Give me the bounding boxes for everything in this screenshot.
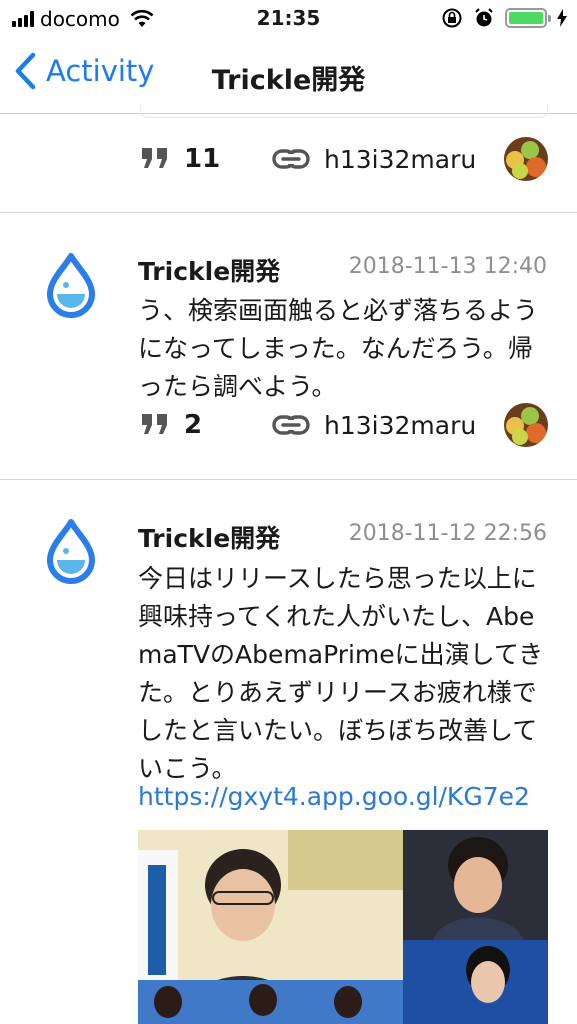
alarm-icon (475, 8, 493, 27)
reply-count[interactable]: 2 (184, 410, 254, 440)
link-icon[interactable] (272, 414, 310, 436)
username[interactable]: h13i32maru (324, 411, 504, 440)
post-author[interactable]: Trickle開発 (138, 519, 280, 555)
top-post-card-edge (140, 106, 548, 118)
charging-icon (557, 9, 567, 27)
post-date: 2018-11-13 12:40 (348, 254, 547, 279)
user-avatar[interactable] (504, 137, 548, 181)
divider (0, 212, 577, 213)
post-meta-row: 2 h13i32maru (140, 400, 548, 450)
post-author[interactable]: Trickle開発 (138, 252, 280, 288)
status-bar: docomo 21:35 (0, 0, 577, 38)
page-title: Trickle開発 (211, 65, 366, 96)
user-avatar[interactable] (504, 403, 548, 447)
reply-count[interactable]: 11 (184, 144, 254, 174)
navigation-bar: Activity Trickle開発 (0, 38, 577, 114)
post-meta-row: 11 h13i32maru (140, 134, 548, 184)
divider (0, 479, 577, 480)
rotation-lock-icon (442, 8, 462, 28)
post-date: 2018-11-12 22:56 (348, 521, 547, 546)
post-media-thumbnail[interactable] (138, 830, 548, 1024)
link-icon[interactable] (272, 148, 310, 170)
quote-icon[interactable] (140, 146, 170, 172)
trickle-drop-logo-icon[interactable] (44, 252, 98, 318)
media-image (138, 830, 548, 1024)
quote-icon[interactable] (140, 412, 170, 438)
status-right (441, 7, 567, 29)
post-body: う、検索画面触ると必ず落ちるようになってしまった。なんだろう。帰ったら調べよう。 (138, 296, 539, 401)
username[interactable]: h13i32maru (324, 145, 504, 174)
trickle-drop-logo-icon[interactable] (44, 518, 98, 584)
post-body: 今日はリリースしたら思った以上に興味持ってくれた人がいたし、AbemaTVのAb… (138, 564, 544, 783)
post-link[interactable]: https://gxyt4.app.goo.gl/KG7e2 (138, 782, 530, 811)
battery-icon (505, 8, 551, 28)
